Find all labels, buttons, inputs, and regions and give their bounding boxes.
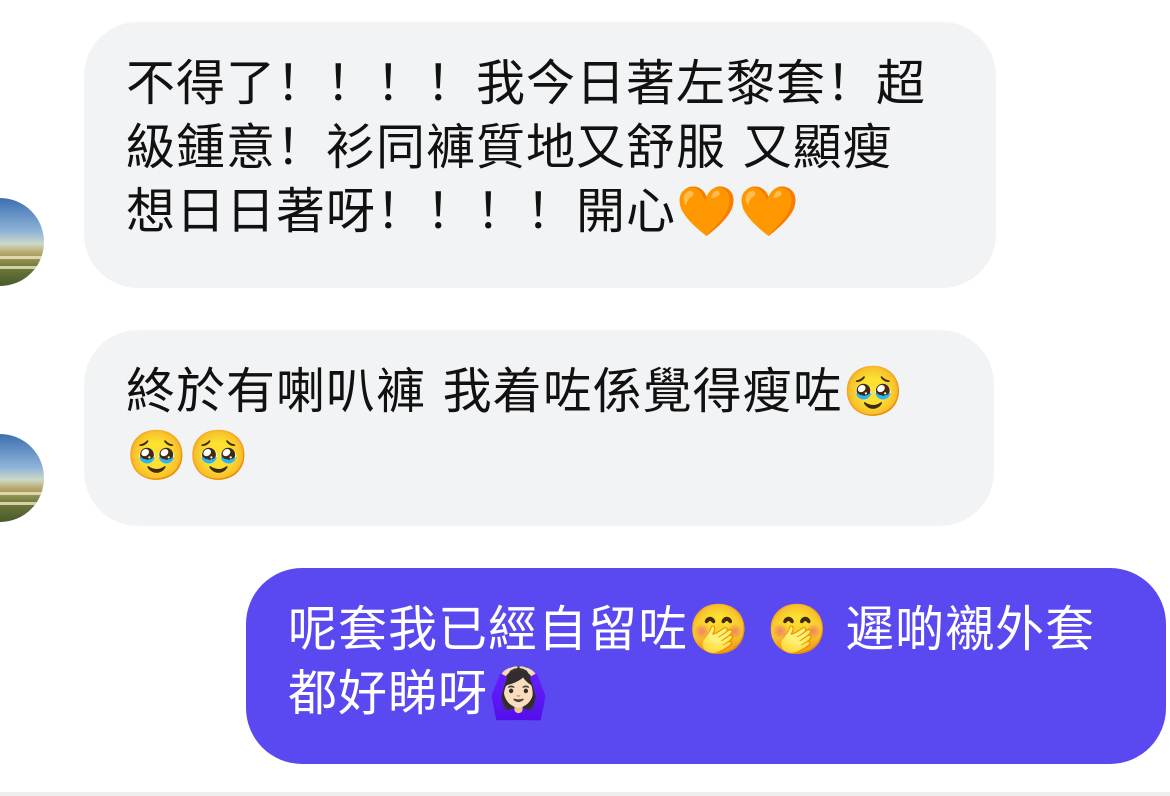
message-text: 終於有喇叭褲 我着咗係覺得瘦咗🥹🥹🥹 [126,363,905,484]
divider [0,792,1170,796]
avatar-decoration [0,256,44,259]
sender-avatar[interactable] [0,434,44,522]
message-text: 呢套我已經自留咗🤭 🤭 遲啲襯外套都好睇呀🙆🏻‍♀️ [288,601,1096,722]
sender-avatar[interactable] [0,198,44,286]
message-text: 不得了！！！！我今日著左黎套！超級鍾意！衫同褲質地又舒服 又顯瘦 想日日著呀！！… [126,55,927,240]
avatar-decoration [0,492,44,495]
chat-thread: 不得了！！！！我今日著左黎套！超級鍾意！衫同褲質地又舒服 又顯瘦 想日日著呀！！… [0,0,1170,796]
incoming-message-bubble[interactable]: 終於有喇叭褲 我着咗係覺得瘦咗🥹🥹🥹 [84,330,994,526]
avatar-decoration [0,502,44,505]
avatar-decoration [0,266,44,269]
incoming-message-bubble[interactable]: 不得了！！！！我今日著左黎套！超級鍾意！衫同褲質地又舒服 又顯瘦 想日日著呀！！… [84,22,996,288]
outgoing-message-bubble[interactable]: 呢套我已經自留咗🤭 🤭 遲啲襯外套都好睇呀🙆🏻‍♀️ [246,568,1166,764]
